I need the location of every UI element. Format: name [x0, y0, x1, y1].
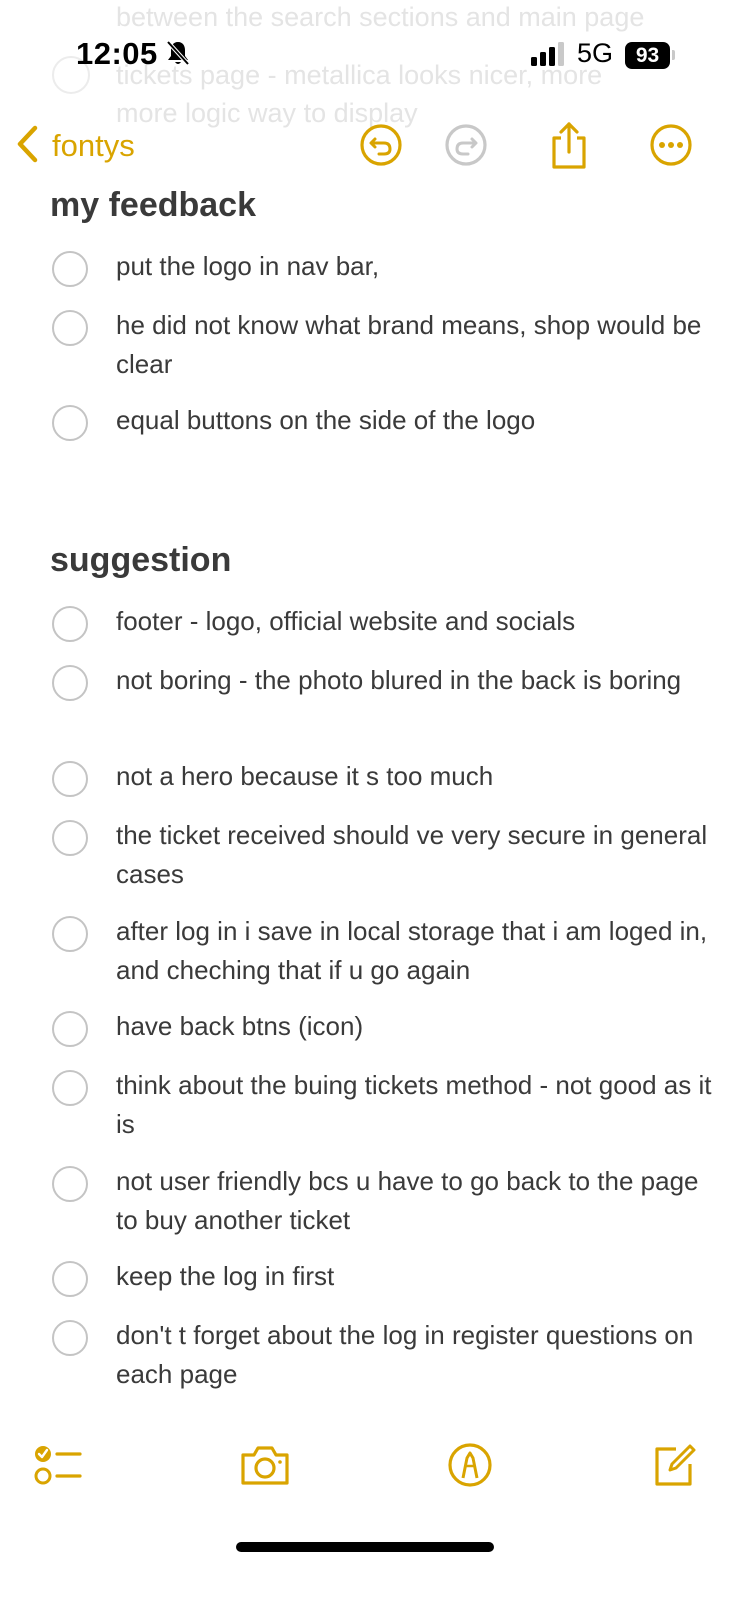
- more-button[interactable]: [645, 119, 697, 171]
- nav-bar: fontys: [0, 110, 738, 180]
- signal-icon: [531, 42, 567, 71]
- checklist-item-text[interactable]: don't t forget about the log in register…: [116, 1316, 716, 1394]
- markup-icon: [448, 1443, 492, 1487]
- checkbox[interactable]: [52, 761, 88, 797]
- checkbox[interactable]: [52, 916, 88, 952]
- chevron-left-icon: [16, 125, 38, 168]
- bottom-toolbar: [0, 1430, 738, 1510]
- checklist-icon: [34, 1446, 82, 1485]
- bell-slash-icon: [166, 40, 190, 71]
- checkbox[interactable]: [52, 310, 88, 346]
- markup-button[interactable]: [440, 1430, 500, 1500]
- checkbox[interactable]: [52, 405, 88, 441]
- undo-button[interactable]: [355, 119, 407, 171]
- checkbox[interactable]: [52, 665, 88, 701]
- status-time: 12:05: [76, 36, 158, 71]
- battery-cap: [672, 50, 675, 60]
- checklist-item-text[interactable]: not user friendly bcs u have to go back …: [116, 1162, 716, 1240]
- checklist-button[interactable]: [28, 1430, 88, 1500]
- checkbox[interactable]: [52, 1070, 88, 1106]
- compose-button[interactable]: [643, 1430, 703, 1500]
- checkbox[interactable]: [52, 606, 88, 642]
- share-icon: [552, 122, 586, 169]
- checklist-item-text[interactable]: not a hero because it s too much: [116, 757, 716, 796]
- checklist-item-text[interactable]: not boring - the photo blured in the bac…: [116, 661, 716, 700]
- checklist-item-text[interactable]: he did not know what brand means, shop w…: [116, 306, 716, 384]
- undo-icon: [360, 124, 402, 166]
- camera-icon: [241, 1446, 289, 1485]
- checklist-item-text[interactable]: after log in i save in local storage tha…: [116, 912, 716, 990]
- checklist-item-text[interactable]: keep the log in first: [116, 1257, 716, 1296]
- checklist-item-text[interactable]: have back btns (icon): [116, 1007, 716, 1046]
- checklist-item-text[interactable]: put the logo in nav bar,: [116, 247, 716, 286]
- section-title: my feedback: [50, 186, 256, 224]
- redo-button[interactable]: [440, 119, 492, 171]
- checklist-item-text[interactable]: think about the buing tickets method - n…: [116, 1066, 716, 1144]
- checklist-item-text[interactable]: footer - logo, official website and soci…: [116, 602, 716, 641]
- checkbox[interactable]: [52, 1011, 88, 1047]
- checklist-item-text[interactable]: the ticket received should ve very secur…: [116, 816, 716, 894]
- redo-icon: [445, 124, 487, 166]
- checkbox[interactable]: [52, 1320, 88, 1356]
- checkbox[interactable]: [52, 820, 88, 856]
- status-bar: 12:05 5G 93: [0, 0, 738, 110]
- back-label: fontys: [52, 128, 135, 163]
- checkbox[interactable]: [52, 251, 88, 287]
- share-button[interactable]: [543, 119, 595, 171]
- section-title: suggestion: [50, 541, 232, 579]
- network-type: 5G: [577, 38, 614, 68]
- checkbox[interactable]: [52, 1261, 88, 1297]
- more-icon: [650, 124, 692, 166]
- checklist-item-text[interactable]: equal buttons on the side of the logo: [116, 401, 716, 440]
- back-button[interactable]: fontys: [16, 124, 135, 168]
- home-indicator[interactable]: [236, 1542, 494, 1552]
- compose-icon: [655, 1444, 696, 1486]
- camera-button[interactable]: [235, 1430, 295, 1500]
- checkbox[interactable]: [52, 1166, 88, 1202]
- battery-level: 93: [625, 42, 670, 69]
